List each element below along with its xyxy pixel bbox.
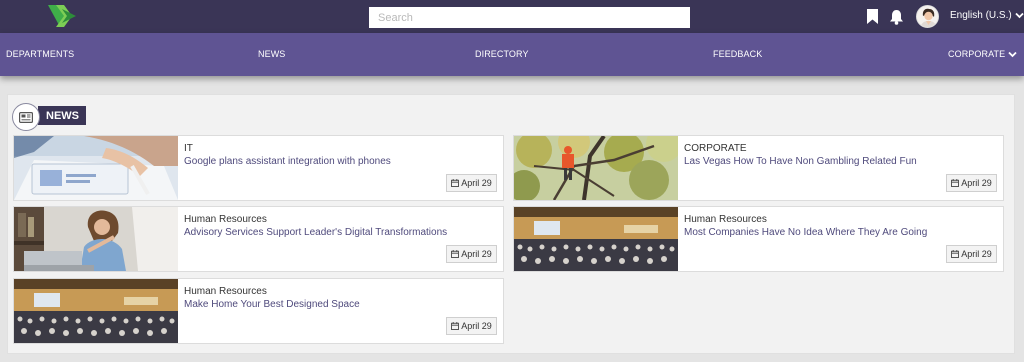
calendar-icon — [451, 250, 460, 258]
bell-icon[interactable] — [889, 9, 904, 25]
news-title[interactable]: Make Home Your Best Designed Space — [184, 299, 360, 310]
bookmark-icon[interactable] — [866, 9, 881, 25]
date-badge: April 29 — [946, 174, 997, 192]
date-badge: April 29 — [446, 245, 497, 263]
nav-label: NEWS — [258, 49, 286, 59]
date-badge: April 29 — [446, 317, 497, 335]
news-title[interactable]: Google plans assistant integration with … — [184, 156, 391, 167]
news-card[interactable]: Human Resources Make Home Your Best Desi… — [13, 278, 504, 344]
date-badge: April 29 — [446, 174, 497, 192]
language-selector[interactable]: English (U.S.) — [950, 10, 1024, 21]
news-category: Human Resources — [184, 214, 267, 225]
nav-feedback[interactable]: FEEDBACK — [713, 49, 762, 59]
news-title[interactable]: Most Companies Have No Idea Where They A… — [684, 227, 927, 238]
calendar-icon — [951, 250, 960, 258]
tablet-stylus-photo — [14, 136, 178, 200]
calendar-icon — [451, 179, 460, 187]
news-date: April 29 — [961, 249, 992, 259]
news-card[interactable]: Human Resources Advisory Services Suppor… — [13, 206, 504, 272]
conference-hall-photo — [14, 279, 178, 343]
nav-corporate[interactable]: CORPORATE — [948, 49, 1017, 59]
news-category: Human Resources — [184, 286, 267, 297]
news-badge — [12, 103, 40, 131]
news-date: April 29 — [461, 249, 492, 259]
woman-laptop-photo — [14, 207, 178, 271]
news-title[interactable]: Las Vegas How To Have Non Gambling Relat… — [684, 156, 917, 167]
top-bar: English (U.S.) — [0, 0, 1024, 33]
chevron-down-icon — [1008, 51, 1017, 57]
nav-label: DIRECTORY — [475, 49, 529, 59]
nav-departments[interactable]: DEPARTMENTS — [6, 49, 74, 59]
chevron-down-icon — [1015, 12, 1024, 19]
nav-label: FEEDBACK — [713, 49, 763, 59]
date-badge: April 29 — [946, 245, 997, 263]
nav-label: DEPARTMENTS — [6, 49, 75, 59]
calendar-icon — [951, 179, 960, 187]
news-date: April 29 — [461, 321, 492, 331]
news-date: April 29 — [961, 178, 992, 188]
nav-news[interactable]: NEWS — [258, 49, 285, 59]
conference-hall-photo — [514, 207, 678, 271]
newspaper-icon — [19, 111, 33, 123]
nav-label: CORPORATE — [948, 49, 1006, 59]
news-card[interactable]: Human Resources Most Companies Have No I… — [513, 206, 1004, 272]
news-heading: NEWS — [38, 106, 86, 125]
news-card[interactable]: CORPORATE Las Vegas How To Have Non Gamb… — [513, 135, 1004, 201]
search-input[interactable] — [369, 7, 690, 28]
user-avatar[interactable] — [916, 5, 939, 28]
news-card[interactable]: IT Google plans assistant integration wi… — [13, 135, 504, 201]
company-logo[interactable] — [46, 3, 80, 29]
tree-climber-photo — [514, 136, 678, 200]
main-nav: DEPARTMENTS NEWS DIRECTORY FEEDBACK CORP… — [0, 33, 1024, 76]
news-category: Human Resources — [684, 214, 767, 225]
news-date: April 29 — [461, 178, 492, 188]
nav-directory[interactable]: DIRECTORY — [475, 49, 529, 59]
language-label: English (U.S.) — [950, 10, 1012, 21]
news-category: CORPORATE — [684, 143, 747, 154]
calendar-icon — [451, 322, 460, 330]
news-category: IT — [184, 143, 193, 154]
news-title[interactable]: Advisory Services Support Leader's Digit… — [184, 227, 447, 238]
